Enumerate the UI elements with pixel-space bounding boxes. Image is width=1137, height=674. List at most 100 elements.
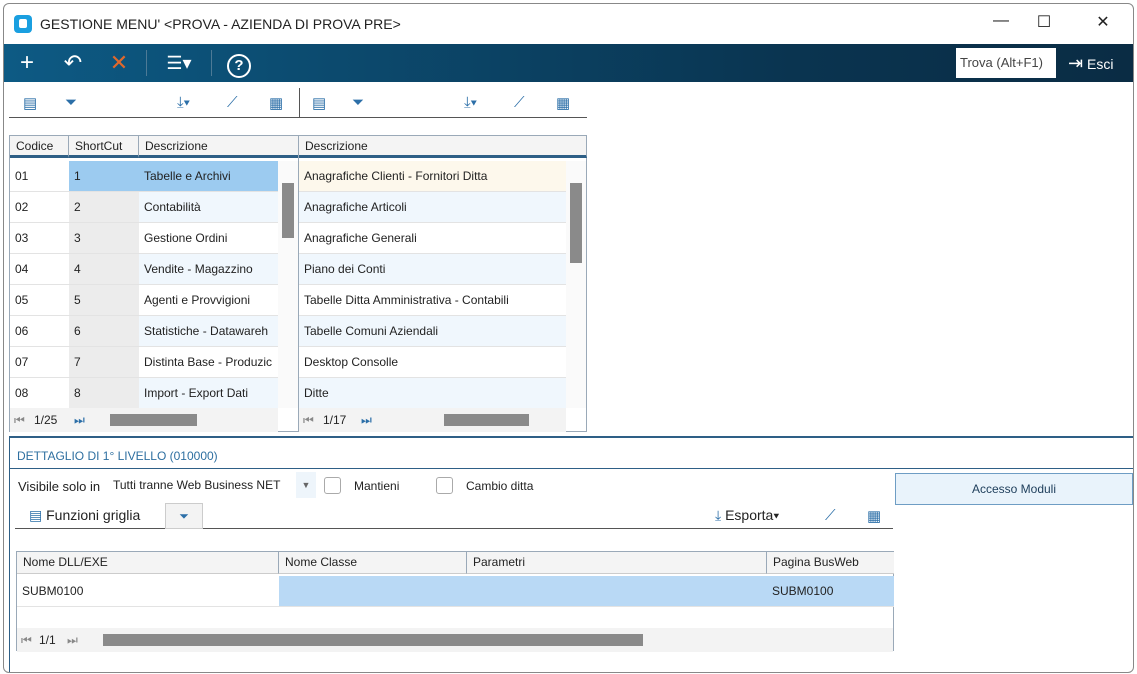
- chart-icon[interactable]: ⟋: [227, 94, 238, 111]
- column-header-descrizione[interactable]: Descrizione: [299, 136, 587, 158]
- visible-select[interactable]: Tutti tranne Web Business NET ▼: [110, 472, 316, 498]
- cell-shortcut[interactable]: 3: [69, 223, 139, 254]
- delete-button[interactable]: ✕: [96, 44, 142, 82]
- detail-section: DETTAGLIO DI 1° LIVELLO (010000) Visibil…: [9, 436, 1133, 672]
- cell-descrizione[interactable]: Contabilità: [139, 192, 278, 223]
- horizontal-scrollbar[interactable]: [110, 414, 197, 426]
- cell-shortcut[interactable]: 1: [69, 161, 139, 192]
- close-button[interactable]: ✕: [1088, 12, 1118, 32]
- cell-descrizione[interactable]: Tabelle Ditta Amministrativa - Contabili: [299, 285, 566, 316]
- chart-icon[interactable]: ⟋: [825, 507, 836, 524]
- column-header-parametri[interactable]: Parametri: [467, 552, 767, 574]
- left-grid-pager: ⏮ 1/25 ⏭: [10, 408, 278, 432]
- page-indicator: 1/1: [39, 633, 56, 647]
- layout-grid-icon[interactable]: ▦: [269, 94, 283, 112]
- mantieni-checkbox[interactable]: [324, 477, 341, 494]
- filter-icon[interactable]: ⏷: [165, 503, 203, 529]
- separator: [146, 50, 147, 76]
- cell-shortcut[interactable]: 5: [69, 285, 139, 316]
- accesso-moduli-button[interactable]: Accesso Moduli: [895, 473, 1133, 505]
- last-page-icon[interactable]: ⏭: [67, 628, 78, 652]
- cell-codice[interactable]: 08: [10, 378, 69, 409]
- cell-shortcut[interactable]: 2: [69, 192, 139, 223]
- cell-nome-dll[interactable]: SUBM0100: [17, 576, 279, 607]
- cell-shortcut[interactable]: 8: [69, 378, 139, 409]
- cell-nome-classe[interactable]: [279, 576, 467, 607]
- column-header-shortcut[interactable]: ShortCut: [69, 136, 139, 158]
- minimize-button[interactable]: —: [986, 12, 1016, 30]
- layout-grid-icon[interactable]: ▦: [556, 94, 570, 112]
- cell-descrizione[interactable]: Piano dei Conti: [299, 254, 566, 285]
- filter-icon[interactable]: ⏷: [65, 94, 77, 111]
- first-page-icon[interactable]: ⏮: [14, 408, 25, 432]
- column-header-nome-classe[interactable]: Nome Classe: [279, 552, 467, 574]
- export-icon[interactable]: ⤓▾: [464, 94, 477, 111]
- menu-grid: Codice ShortCut Descrizione 01 1 Tabelle e…: [9, 135, 299, 432]
- cell-codice[interactable]: 05: [10, 285, 69, 316]
- cell-shortcut[interactable]: 7: [69, 347, 139, 378]
- cell-descrizione[interactable]: Import - Export Dati: [139, 378, 278, 409]
- search-input[interactable]: Trova (Alt+F1): [956, 48, 1056, 78]
- export-icon[interactable]: ⤓▾: [177, 94, 190, 111]
- cell-codice[interactable]: 01: [10, 161, 69, 192]
- cambio-ditta-label: Cambio ditta: [466, 479, 534, 493]
- cell-descrizione[interactable]: Tabelle Comuni Aziendali: [299, 316, 566, 347]
- exit-icon: ⇥: [1068, 53, 1084, 73]
- cell-descrizione[interactable]: Distinta Base - Produzic: [139, 347, 278, 378]
- vertical-scrollbar[interactable]: [566, 161, 586, 408]
- layout-grid-icon[interactable]: ▦: [867, 507, 881, 525]
- column-header-descrizione[interactable]: Descrizione: [139, 136, 299, 158]
- column-header-pagina-busweb[interactable]: Pagina BusWeb: [767, 552, 894, 574]
- column-header-nome-dll[interactable]: Nome DLL/EXE: [17, 552, 279, 574]
- cell-codice[interactable]: 06: [10, 316, 69, 347]
- cell-shortcut[interactable]: 4: [69, 254, 139, 285]
- add-button[interactable]: +: [4, 44, 50, 82]
- cell-codice[interactable]: 04: [10, 254, 69, 285]
- first-page-icon[interactable]: ⏮: [303, 408, 314, 432]
- maximize-button[interactable]: ☐: [1029, 12, 1059, 32]
- last-page-icon[interactable]: ⏭: [74, 408, 85, 432]
- cell-descrizione[interactable]: Tabelle e Archivi: [139, 161, 278, 192]
- cell-descrizione[interactable]: Agenti e Provvigioni: [139, 285, 278, 316]
- export-button[interactable]: ⤓ Esporta▾: [715, 507, 779, 524]
- horizontal-scrollbar[interactable]: [444, 414, 529, 426]
- funzioni-griglia-label: Funzioni griglia: [46, 507, 141, 523]
- cell-descrizione[interactable]: Vendite - Magazzino: [139, 254, 278, 285]
- cell-descrizione[interactable]: Statistiche - Datawareh: [139, 316, 278, 347]
- cambio-ditta-checkbox[interactable]: [436, 477, 453, 494]
- column-header-codice[interactable]: Codice: [10, 136, 69, 158]
- vertical-scrollbar[interactable]: [278, 161, 298, 408]
- window: GESTIONE MENU' <PROVA - AZIENDA DI PROVA…: [3, 3, 1134, 673]
- visible-value: Tutti tranne Web Business NET: [113, 478, 281, 492]
- undo-button[interactable]: ↶: [50, 44, 96, 82]
- cell-shortcut[interactable]: 6: [69, 316, 139, 347]
- cell-codice[interactable]: 02: [10, 192, 69, 223]
- menu-button[interactable]: ☰▾: [151, 44, 207, 82]
- horizontal-scrollbar[interactable]: [103, 634, 643, 646]
- cell-descrizione[interactable]: Ditte: [299, 378, 566, 409]
- cell-descrizione[interactable]: Desktop Consolle: [299, 347, 566, 378]
- title-bar: GESTIONE MENU' <PROVA - AZIENDA DI PROVA…: [4, 4, 1133, 44]
- cell-parametri[interactable]: [467, 576, 767, 607]
- funzioni-griglia-button[interactable]: ▤ Funzioni griglia: [29, 507, 140, 524]
- page-indicator: 1/25: [34, 413, 58, 427]
- cell-descrizione[interactable]: Anagrafiche Articoli: [299, 192, 566, 223]
- filter-icon[interactable]: ⏷: [352, 94, 364, 111]
- export-label: Esporta: [725, 507, 774, 523]
- main-toolbar: + ↶ ✕ ☰▾ ? Trova (Alt+F1) ⇥ Esci: [4, 44, 1133, 82]
- cell-descrizione[interactable]: Anagrafiche Generali: [299, 223, 566, 254]
- chart-icon[interactable]: ⟋: [514, 94, 525, 111]
- grid-functions-icon[interactable]: ▤: [23, 94, 37, 112]
- export-icon: ⤓: [715, 507, 722, 523]
- cell-descrizione[interactable]: Anagrafiche Clienti - Fornitori Ditta: [299, 161, 566, 192]
- help-button[interactable]: ?: [216, 44, 262, 82]
- separator: [211, 50, 212, 76]
- first-page-icon[interactable]: ⏮: [21, 628, 32, 652]
- cell-codice[interactable]: 07: [10, 347, 69, 378]
- exit-button[interactable]: ⇥ Esci: [1068, 44, 1113, 83]
- grid-functions-icon[interactable]: ▤: [312, 94, 326, 112]
- cell-descrizione[interactable]: Gestione Ordini: [139, 223, 278, 254]
- last-page-icon[interactable]: ⏭: [361, 408, 372, 432]
- cell-codice[interactable]: 03: [10, 223, 69, 254]
- cell-pagina-busweb[interactable]: SUBM0100: [767, 576, 894, 607]
